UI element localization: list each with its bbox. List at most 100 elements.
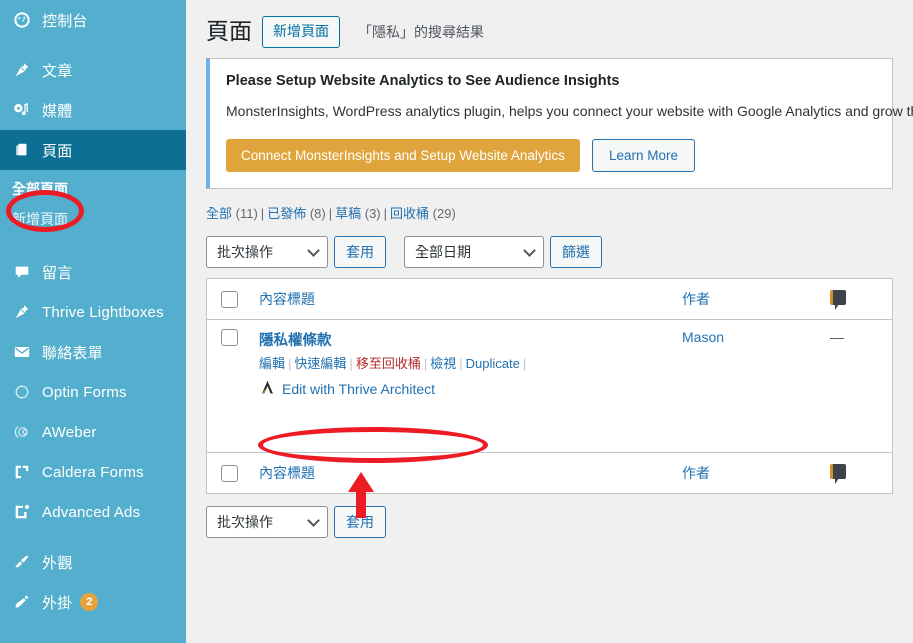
- page-title: 頁面: [206, 18, 252, 45]
- tablenav-top: 批次操作 套用 全部日期 篩選: [206, 230, 893, 278]
- filter-count-draft: (3): [364, 205, 381, 221]
- chevron-down-icon: [307, 243, 320, 257]
- filter-separator: |: [383, 205, 388, 221]
- plugins-update-badge: 2: [80, 593, 99, 611]
- sidebar-item-label: 外掛: [42, 594, 73, 612]
- thrive-architect-icon: [259, 379, 276, 399]
- row-author-cell: Mason: [672, 320, 820, 452]
- sidebar-item-advanced-ads[interactable]: Advanced Ads: [0, 492, 186, 532]
- sidebar-item-label: 媒體: [42, 102, 73, 120]
- row-actions: 編輯 | 快速編輯 | 移至回收桶 | 檢視 | Duplicate |: [259, 350, 662, 372]
- sidebar-item-appearance[interactable]: 外觀: [0, 542, 186, 582]
- thrive-architect-label: Edit with Thrive Architect: [282, 380, 436, 397]
- filter-link-draft-anchor[interactable]: 草稿: [335, 206, 361, 221]
- sidebar-item-caldera-forms[interactable]: Caldera Forms: [0, 452, 186, 492]
- filter-link-published[interactable]: 已發佈 (8): [267, 206, 326, 221]
- filter-count-all: (11): [235, 205, 258, 221]
- filter-link-published-anchor[interactable]: 已發佈: [267, 206, 306, 221]
- caldera-icon: [12, 462, 32, 482]
- connect-monsterinsights-button[interactable]: Connect MonsterInsights and Setup Websit…: [226, 138, 580, 172]
- table-body: 隱私權條款 編輯 | 快速編輯 | 移至回收桶 | 檢視 | Duplicate | Edit w…: [207, 320, 892, 452]
- chevron-down-icon: [307, 513, 320, 527]
- filter-link-trash[interactable]: 回收桶 (29): [390, 206, 456, 221]
- dashboard-icon: [12, 10, 32, 30]
- search-results-subtitle: 「隱私」的搜尋結果: [358, 24, 484, 40]
- filter-link-trash-anchor[interactable]: 回收桶: [390, 206, 429, 221]
- column-footer-title[interactable]: 內容標題: [249, 451, 672, 493]
- edit-with-thrive-architect-link[interactable]: Edit with Thrive Architect: [259, 379, 435, 399]
- select-all-checkbox-top[interactable]: [221, 290, 238, 308]
- table-foot: 內容標題 作者: [207, 451, 892, 493]
- sidebar-item-dashboard[interactable]: 控制台: [0, 0, 186, 40]
- envelope-icon: [12, 342, 32, 362]
- advanced-ads-icon: [12, 502, 32, 522]
- column-header-author[interactable]: 作者: [672, 279, 820, 320]
- chevron-down-icon: [523, 243, 536, 257]
- row-action-separator: |: [522, 355, 527, 371]
- media-icon: [12, 100, 32, 120]
- sidebar-item-aweber[interactable]: AWeber: [0, 412, 186, 452]
- row-title-cell: 隱私權條款 編輯 | 快速編輯 | 移至回收桶 | 檢視 | Duplicate | Edit w…: [249, 320, 672, 452]
- filter-count-trash: (29): [432, 205, 456, 221]
- sidebar-item-comments[interactable]: 留言: [0, 252, 186, 292]
- column-footer-comments[interactable]: [820, 451, 892, 493]
- filter-link-all[interactable]: 全部 (11): [206, 206, 258, 221]
- select-all-checkbox-bottom[interactable]: [221, 464, 238, 482]
- pages-list-table: 內容標題 作者 隱私權條款 編輯 | 快速編輯 | 移至回收桶 | 檢視 | D…: [206, 277, 893, 494]
- filter-link-draft[interactable]: 草稿 (3): [335, 206, 381, 221]
- comment-bubble-icon: [830, 289, 846, 310]
- monsterinsights-notice: Please Setup Website Analytics to See Au…: [206, 58, 913, 189]
- sidebar-separator: [0, 532, 186, 542]
- sidebar-separator: [0, 40, 186, 50]
- sidebar-subitem-add-page[interactable]: 新增頁面: [0, 204, 186, 234]
- row-action-separator: |: [288, 355, 292, 371]
- sidebar-item-plugins[interactable]: 外掛 2: [0, 582, 186, 622]
- notice-actions: Connect MonsterInsights and Setup Websit…: [226, 138, 876, 172]
- date-filter-select[interactable]: 全部日期: [404, 235, 544, 268]
- filter-count-published: (8): [309, 205, 326, 221]
- sidebar-item-label: 聯絡表單: [42, 344, 103, 362]
- tablenav-bottom: 批次操作 套用: [206, 494, 893, 548]
- sidebar-subitem-all-pages[interactable]: 全部頁面: [0, 174, 186, 204]
- row-title-link[interactable]: 隱私權條款: [259, 333, 332, 349]
- pages-icon: [12, 140, 32, 160]
- row-action-separator: |: [349, 355, 353, 371]
- row-action-trash[interactable]: 移至回收桶: [356, 356, 421, 371]
- filter-submit-button[interactable]: 篩選: [550, 235, 602, 268]
- row-action-duplicate[interactable]: Duplicate: [466, 356, 520, 371]
- sidebar-item-thrive-lightboxes[interactable]: Thrive Lightboxes: [0, 292, 186, 332]
- posts-pin-icon: [12, 60, 32, 80]
- sidebar-item-contact-form[interactable]: 聯絡表單: [0, 332, 186, 372]
- sidebar-item-pages[interactable]: 頁面: [0, 130, 186, 170]
- admin-screen: 控制台 文章 媒體 頁面 全部頁面 新增頁面 留言 Thrive Lightbo…: [0, 0, 913, 643]
- apply-bulk-action-button-top[interactable]: 套用: [334, 235, 386, 268]
- row-action-edit[interactable]: 編輯: [259, 356, 285, 371]
- apply-bulk-action-button-bottom[interactable]: 套用: [334, 505, 386, 538]
- bulk-actions-select-top[interactable]: 批次操作: [206, 235, 328, 268]
- main-content: 頁面 新增頁面 「隱私」的搜尋結果 Please Setup Website A…: [186, 0, 913, 643]
- row-checkbox[interactable]: [221, 329, 238, 347]
- sidebar-item-media[interactable]: 媒體: [0, 90, 186, 130]
- bulk-actions-select-bottom[interactable]: 批次操作: [206, 505, 328, 538]
- notice-heading: Please Setup Website Analytics to See Au…: [226, 73, 620, 89]
- learn-more-button[interactable]: Learn More: [591, 138, 695, 172]
- row-comments-value: —: [830, 328, 844, 345]
- notice-body: MonsterInsights, WordPress analytics plu…: [226, 103, 913, 119]
- column-footer-author[interactable]: 作者: [672, 451, 820, 493]
- row-action-separator: |: [459, 355, 463, 371]
- row-action-quick-edit[interactable]: 快速編輯: [294, 356, 346, 371]
- sidebar-item-optin-forms[interactable]: Optin Forms: [0, 372, 186, 412]
- column-header-comments[interactable]: [820, 279, 892, 320]
- sidebar-submenu-pages: 全部頁面 新增頁面: [0, 170, 186, 242]
- row-action-separator: |: [423, 355, 428, 371]
- column-header-title[interactable]: 內容標題: [249, 279, 672, 320]
- sidebar-item-posts[interactable]: 文章: [0, 50, 186, 90]
- row-author-link[interactable]: Mason: [682, 329, 724, 345]
- row-spacer: [259, 399, 662, 443]
- row-action-view[interactable]: 檢視: [430, 356, 456, 371]
- sidebar-item-label: 控制台: [42, 12, 88, 30]
- filter-link-all-anchor[interactable]: 全部: [206, 206, 232, 221]
- row-select-cell: [207, 320, 249, 452]
- pin-icon: [12, 302, 32, 322]
- add-new-page-button[interactable]: 新增頁面: [262, 16, 340, 48]
